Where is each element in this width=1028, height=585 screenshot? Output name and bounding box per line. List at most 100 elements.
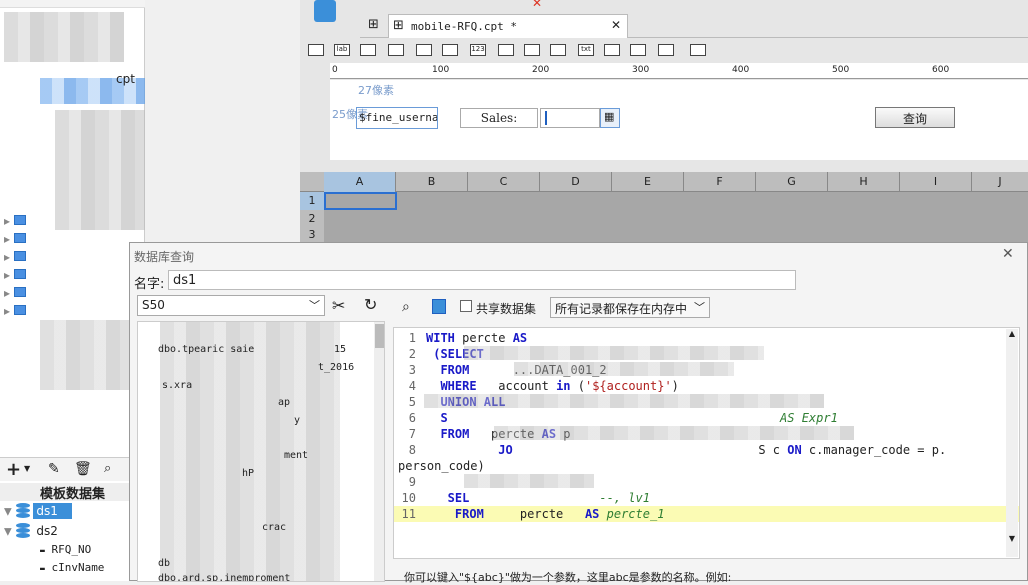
close-red-icon[interactable]: ✕: [532, 0, 542, 10]
field-item[interactable]: ▬ RFQ_NO: [40, 543, 91, 556]
dataset-item-ds1[interactable]: ▼ ds1: [4, 502, 144, 521]
column-header[interactable]: H: [828, 172, 900, 192]
column-header[interactable]: I: [900, 172, 972, 192]
param-widget[interactable]: $fine_userna: [356, 107, 438, 129]
left-toolbar: [0, 0, 145, 8]
sql-token: FROM: [426, 427, 470, 441]
column-header[interactable]: B: [396, 172, 468, 192]
tree-row[interactable]: ▸: [4, 286, 144, 304]
sql-token: S: [426, 411, 448, 425]
column-header[interactable]: C: [468, 172, 540, 192]
grid-icon[interactable]: ⊞: [368, 17, 379, 32]
preview-icon[interactable]: ⌕: [402, 299, 410, 315]
table-item[interactable]: s.xra: [162, 380, 192, 391]
cache-mode-select[interactable]: 所有记录都保存在内存中 ﹀: [550, 297, 710, 318]
parameter-icon[interactable]: [432, 299, 446, 314]
line-number: 2: [408, 347, 416, 361]
tree-row[interactable]: ▸: [4, 214, 144, 232]
column-header[interactable]: D: [540, 172, 612, 192]
delete-icon[interactable]: 🗑: [74, 461, 92, 477]
table-item[interactable]: t_2016: [318, 362, 354, 373]
name-label: 名字:: [134, 277, 165, 292]
ruler: 0 100 200 300 400 500 600: [330, 63, 1028, 79]
table-item[interactable]: ap: [278, 397, 290, 408]
check-group-icon[interactable]: [630, 44, 646, 56]
name-field[interactable]: ds1: [168, 270, 796, 290]
sql-token: (: [570, 379, 585, 393]
sql-line[interactable]: 8 JO S c ON c.manager_code = p.: [394, 442, 1019, 458]
add-icon[interactable]: +: [6, 459, 21, 480]
table-item[interactable]: y: [294, 415, 300, 426]
combobox-icon[interactable]: [388, 44, 404, 56]
sql-line[interactable]: 1 WITH percte AS: [394, 330, 1019, 346]
redacted-region: [494, 426, 854, 440]
calendar-button[interactable]: ▦: [600, 108, 620, 128]
table-item[interactable]: db: [158, 558, 170, 569]
sql-editor[interactable]: 1 WITH percte AS 2 (SELECT 3 FROM ...DATA_0…: [393, 327, 1020, 559]
sql-token: AS: [512, 331, 528, 345]
radio-icon[interactable]: [524, 44, 540, 56]
text-widget-icon[interactable]: lab: [334, 44, 350, 56]
column-header[interactable]: F: [684, 172, 756, 192]
share-dataset-checkbox[interactable]: [460, 300, 472, 312]
row-header[interactable]: 3: [300, 228, 324, 242]
tree-widget-icon[interactable]: [658, 44, 674, 56]
tools-icon[interactable]: ✂: [332, 296, 345, 315]
refresh-icon[interactable]: ↻: [364, 295, 377, 314]
dataset-item-ds2[interactable]: ▼ ds2: [4, 523, 144, 541]
chevron-down-icon: ﹀: [309, 299, 320, 312]
sql-line[interactable]: 6 S AS Expr1: [394, 410, 1019, 426]
row-header[interactable]: 2: [300, 210, 324, 228]
tree-row[interactable]: ▸: [4, 250, 144, 268]
textarea-icon[interactable]: txt: [578, 44, 594, 56]
sales-input[interactable]: [540, 108, 600, 128]
sql-token: WITH: [426, 331, 463, 345]
table-item[interactable]: ment: [284, 450, 308, 461]
table-icon[interactable]: [442, 44, 458, 56]
tab-mobile-rfq[interactable]: ⊞ mobile-RFQ.cpt * ✕: [388, 14, 628, 38]
more-widgets-icon[interactable]: [690, 44, 706, 56]
column-header[interactable]: E: [612, 172, 684, 192]
sql-token: SEL: [426, 491, 470, 505]
sql-scrollbar[interactable]: ▲ ▼: [1006, 329, 1018, 557]
selected-cell-a1[interactable]: [324, 192, 397, 210]
chevron-down-icon[interactable]: ▼: [24, 464, 30, 473]
sql-line[interactable]: 10 SEL --, lv1: [394, 490, 1019, 506]
dialog-title: 数据库查询: [134, 250, 195, 264]
table-item[interactable]: dbo.tpearic saie: [158, 344, 254, 355]
tree-row[interactable]: ▸: [4, 268, 144, 286]
date-icon[interactable]: [416, 44, 432, 56]
number-icon[interactable]: 123: [470, 44, 486, 56]
textbox-icon[interactable]: [360, 44, 376, 56]
column-header[interactable]: G: [756, 172, 828, 192]
close-icon[interactable]: ✕: [1002, 246, 1014, 262]
table-item[interactable]: crac: [262, 522, 286, 533]
left-panel: cpt ▸ ▸ ▸ ▸ ▸ ▸ + ▼ ✎ 🗑 ⌕ 模板数据集 ▼ ds1 ▼ …: [0, 0, 145, 581]
field-item[interactable]: ▬ cInvName: [40, 561, 104, 574]
line-number: 6: [408, 411, 416, 425]
connection-select[interactable]: S50 ﹀: [137, 295, 325, 316]
line-number: 4: [408, 379, 416, 393]
edit-icon[interactable]: ✎: [48, 461, 60, 477]
checkbox-icon[interactable]: [550, 44, 566, 56]
tree-row[interactable]: ▸: [4, 232, 144, 250]
template-icon[interactable]: [314, 0, 336, 22]
column-header[interactable]: A: [324, 172, 396, 192]
sql-token: ON: [787, 443, 802, 457]
sql-line[interactable]: person_code): [394, 458, 1019, 474]
table-item[interactable]: 15: [334, 344, 346, 355]
label-widget-icon[interactable]: [308, 44, 324, 56]
calendar-icon: ▦: [604, 110, 615, 123]
button-widget-icon[interactable]: [604, 44, 620, 56]
row-header[interactable]: 1: [300, 192, 324, 210]
list-icon[interactable]: [498, 44, 514, 56]
preview-icon[interactable]: ⌕: [104, 461, 111, 476]
sql-line[interactable]: 4 WHERE account in ('${account}'): [394, 378, 1019, 394]
close-icon[interactable]: ✕: [611, 18, 621, 32]
query-button[interactable]: 查询: [875, 107, 955, 128]
sql-token: JO: [426, 443, 513, 457]
table-item[interactable]: hP: [242, 468, 254, 479]
column-header[interactable]: J: [972, 172, 1028, 192]
vertical-scrollbar[interactable]: [374, 322, 384, 581]
sql-line[interactable]: 11 FROM percte AS percte_1: [394, 506, 1019, 522]
